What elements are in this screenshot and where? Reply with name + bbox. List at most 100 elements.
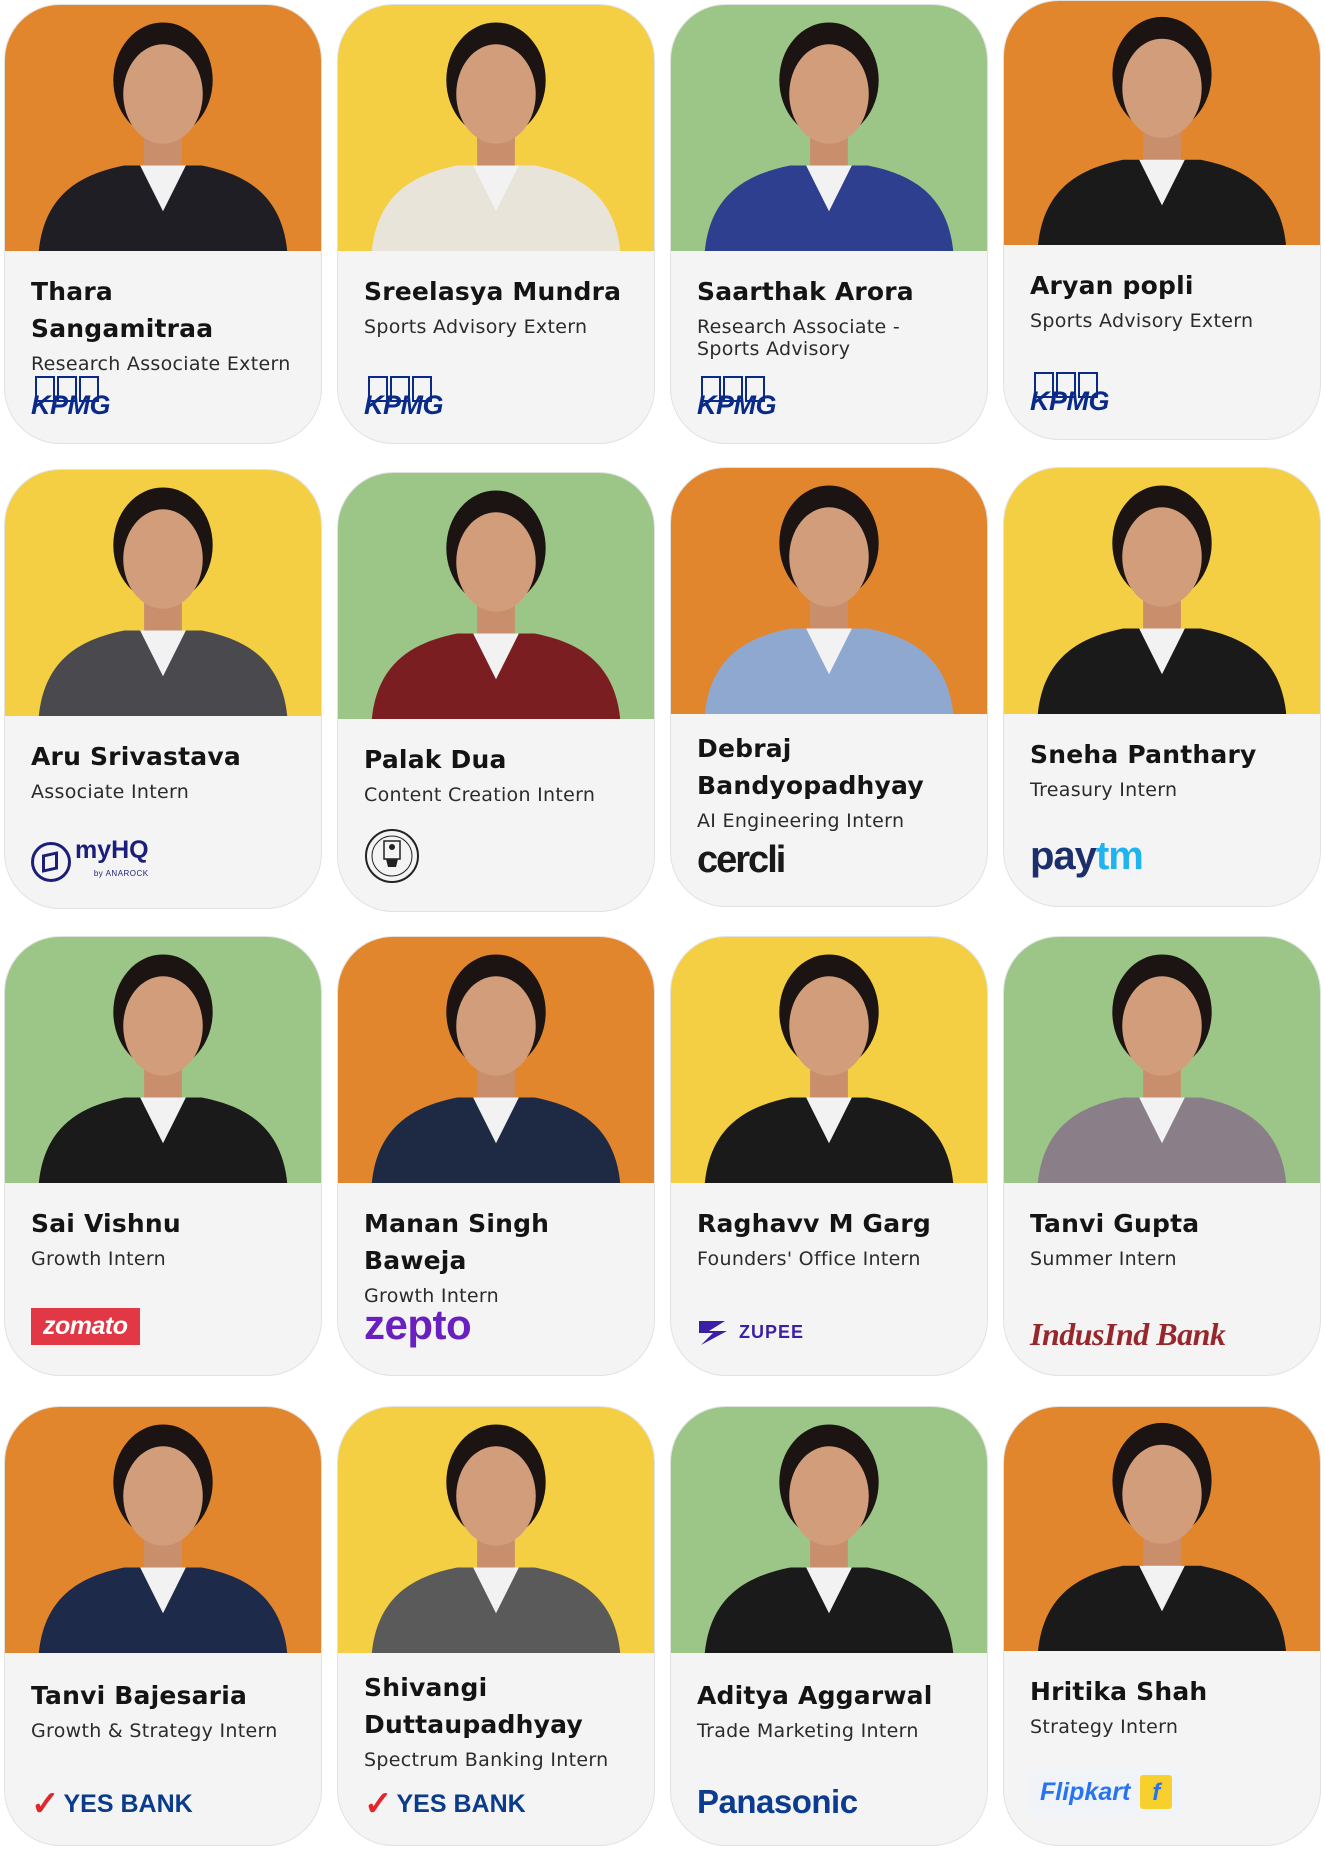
profile-name: Raghavv M Garg: [697, 1209, 931, 1238]
profile-photo: [1004, 1, 1320, 245]
person-silhouette: [704, 485, 954, 714]
company-logo-kpmg: KPMG: [364, 371, 444, 421]
person-silhouette: [1037, 954, 1287, 1183]
company-name: KPMG: [1030, 386, 1110, 416]
profile-name: Tanvi Bajesaria: [31, 1681, 248, 1710]
company-name: cercli: [697, 839, 786, 881]
company-name: myHQ: [75, 836, 149, 864]
person-silhouette: [38, 954, 288, 1183]
profile-photo: [1004, 1407, 1320, 1651]
profile-card[interactable]: Aru Srivastava Associate Intern myHQ by A…: [4, 469, 322, 909]
company-name: Flipkart: [1040, 1777, 1131, 1806]
profile-card[interactable]: Sneha Panthary Treasury Intern paytm: [1003, 467, 1321, 907]
company-name: YES BANK: [63, 1789, 193, 1818]
profile-name: Sreelasya Mundra: [364, 277, 622, 306]
profile-card[interactable]: Thara Sangamitraa Research Associate Ext…: [4, 4, 322, 444]
person-silhouette: [704, 22, 954, 251]
profile-role: Trade Marketing Intern: [697, 1720, 919, 1742]
profile-card[interactable]: Aditya Aggarwal Trade Marketing Intern P…: [670, 1406, 988, 1846]
profile-card[interactable]: Sreelasya Mundra Sports Advisory Extern …: [337, 4, 655, 444]
company-name: ZUPEE: [739, 1321, 805, 1342]
profile-role: Strategy Intern: [1030, 1716, 1179, 1738]
person-silhouette: [38, 1424, 288, 1653]
company-logo-kpmg: KPMG: [31, 371, 111, 421]
profile-photo: [5, 470, 321, 716]
company-logo-zepto: zepto: [364, 1295, 472, 1348]
profile-card[interactable]: Shivangi Duttaupadhyay Spectrum Banking …: [337, 1406, 655, 1846]
profile-card[interactable]: Palak Dua Content Creation Intern: [337, 472, 655, 912]
profile-name: Saarthak Arora: [697, 277, 914, 306]
company-sub: by ANAROCK: [93, 869, 149, 878]
company-name: YES BANK: [396, 1789, 526, 1818]
profile-photo: [338, 937, 654, 1183]
company-logo-yesbank: ✓ YES BANK: [364, 1769, 526, 1823]
company-logo-myhq: myHQ by ANAROCK: [31, 836, 149, 886]
company-name: Panasonic: [697, 1783, 858, 1820]
profile-card[interactable]: Debraj Bandyopadhyay AI Engineering Inte…: [670, 467, 988, 907]
profile-photo: [5, 937, 321, 1183]
profile-name: Palak Dua: [364, 745, 507, 774]
person-silhouette: [1037, 485, 1287, 714]
tick-icon: ✓: [364, 1785, 393, 1823]
person-silhouette: [704, 954, 954, 1183]
profile-photo: [1004, 468, 1320, 714]
profile-name: Tanvi Gupta: [1030, 1209, 1200, 1238]
profile-card[interactable]: Sai Vishnu Growth Intern zomato: [4, 936, 322, 1376]
company-logo-zupee: ZUPEE: [697, 1297, 804, 1347]
person-silhouette: [38, 487, 288, 716]
person-silhouette: [371, 490, 621, 719]
profile-role: Summer Intern: [1030, 1248, 1177, 1270]
person-silhouette: [704, 1424, 954, 1653]
profile-photo: [338, 1407, 654, 1653]
profile-card[interactable]: Manan Singh Baweja Growth Intern zepto: [337, 936, 655, 1376]
profile-card[interactable]: Saarthak Arora Research Associate - Spor…: [670, 4, 988, 444]
profile-photo: [5, 1407, 321, 1653]
profile-name: Shivangi Duttaupadhyay: [364, 1673, 583, 1739]
profile-card[interactable]: Aryan popli Sports Advisory Extern KPMG: [1003, 0, 1321, 440]
profile-role: Spectrum Banking Intern: [364, 1749, 609, 1771]
profile-photo: [1004, 937, 1320, 1183]
person-silhouette: [371, 22, 621, 251]
profile-role: Research Associate - Sports Advisory: [697, 316, 901, 360]
company-name: zomato: [31, 1308, 140, 1345]
profile-role: Sports Advisory Extern: [364, 316, 588, 338]
profile-photo: [671, 468, 987, 714]
person-silhouette: [371, 1424, 621, 1653]
tick-icon: ✓: [31, 1785, 60, 1823]
profile-name: Hritika Shah: [1030, 1677, 1208, 1706]
profile-role: Founders' Office Intern: [697, 1248, 921, 1270]
profile-photo: [338, 473, 654, 719]
flipkart-bag-icon: f: [1140, 1775, 1173, 1809]
company-name: KPMG: [364, 390, 444, 420]
company-logo-kpmg: KPMG: [697, 371, 777, 421]
company-logo-yesbank: ✓ YES BANK: [31, 1769, 193, 1823]
profile-card[interactable]: Tanvi Bajesaria Growth & Strategy Intern…: [4, 1406, 322, 1846]
profile-card[interactable]: Hritika Shah Strategy Intern Flipkart f: [1003, 1406, 1321, 1846]
profile-role: Associate Intern: [31, 781, 190, 803]
company-logo-zomato: zomato: [31, 1295, 140, 1345]
person-silhouette: [371, 954, 621, 1183]
company-name: KPMG: [697, 390, 777, 420]
profile-role: Content Creation Intern: [364, 784, 596, 806]
company-logo-paytm: paytm: [1030, 826, 1144, 876]
profile-role: Growth & Strategy Intern: [31, 1720, 278, 1742]
zupee-icon: [699, 1321, 727, 1345]
company-logo-flipkart: Flipkart f: [1030, 1765, 1183, 1815]
company-name: IndusInd Bank: [1030, 1316, 1226, 1352]
profile-card[interactable]: Tanvi Gupta Summer Intern IndusInd Bank: [1003, 936, 1321, 1376]
profile-role: Growth Intern: [31, 1248, 167, 1270]
profile-photo: [338, 5, 654, 251]
profile-photo: [671, 937, 987, 1183]
profile-card[interactable]: Raghavv M Garg Founders' Office Intern Z…: [670, 936, 988, 1376]
profile-photo: [5, 5, 321, 251]
profile-name: Sai Vishnu: [31, 1209, 181, 1238]
profile-name: Thara Sangamitraa: [31, 277, 214, 343]
profile-name: Manan Singh Baweja: [364, 1209, 550, 1275]
profile-photo: [671, 5, 987, 251]
company-logo-kpmg: KPMG: [1030, 367, 1110, 417]
profile-name: Sneha Panthary: [1030, 740, 1257, 769]
company-logo-cercli: cercli: [697, 830, 786, 881]
company-name: zepto: [364, 1301, 472, 1348]
profile-role: Treasury Intern: [1030, 779, 1178, 801]
person-silhouette: [1038, 1422, 1286, 1651]
